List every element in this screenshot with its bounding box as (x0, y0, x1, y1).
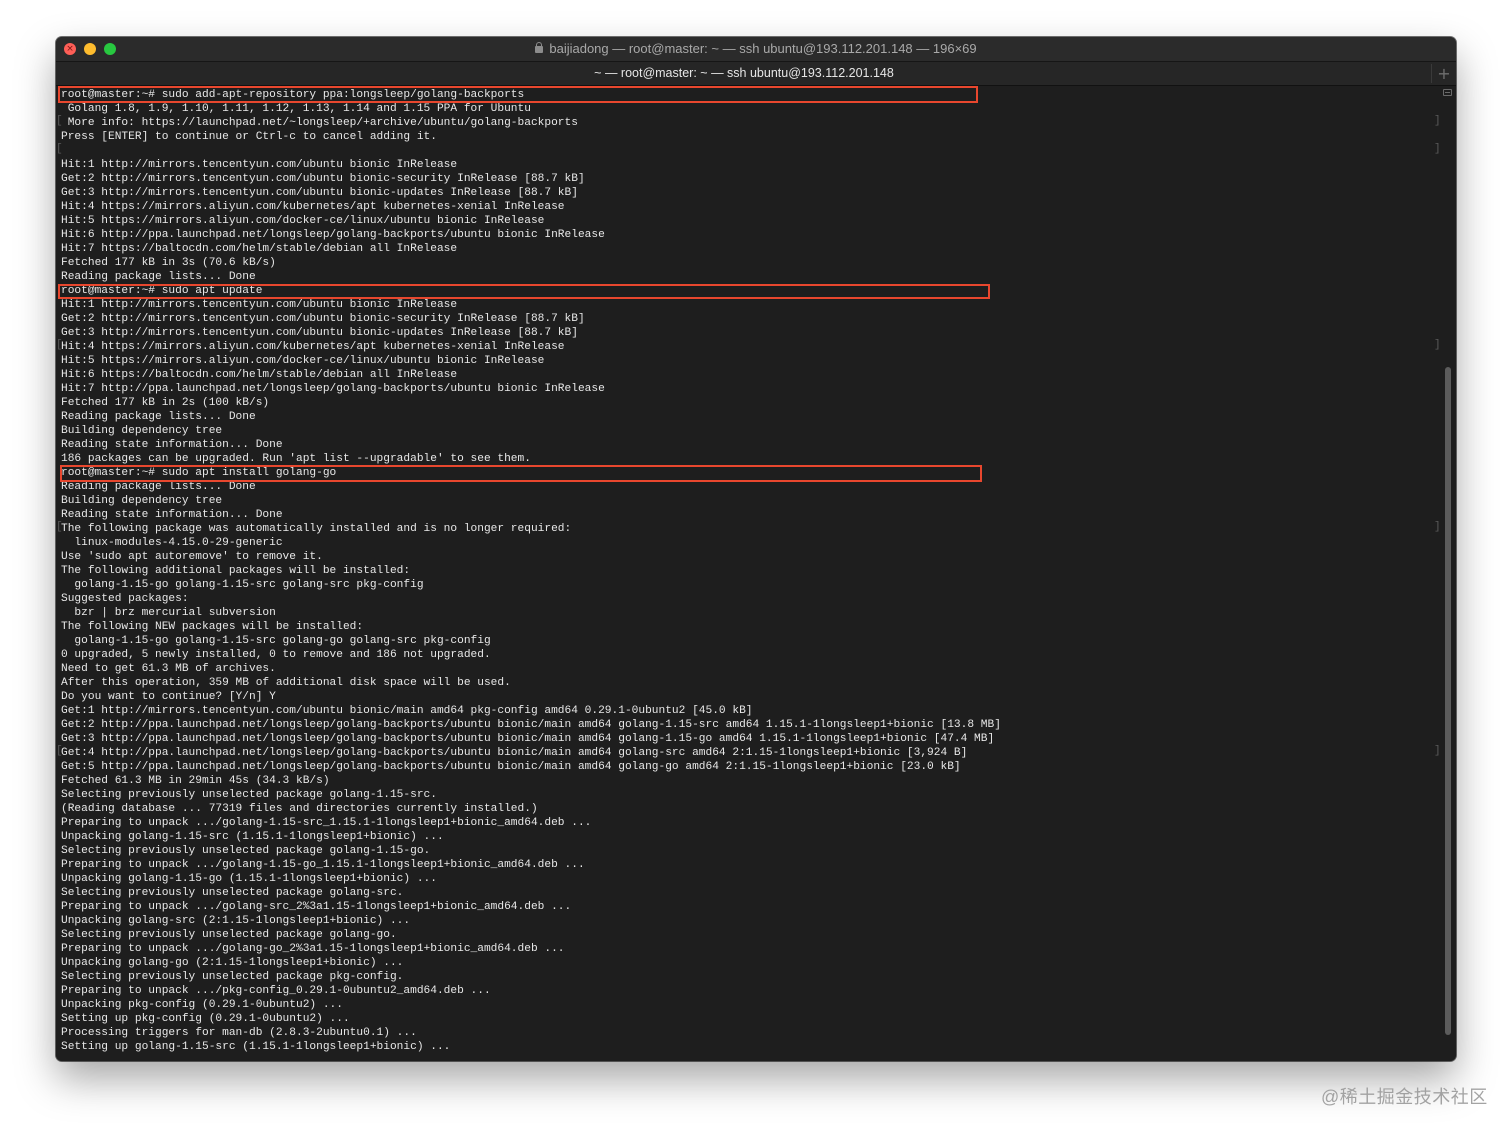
terminal-line: Get:2 http://ppa.launchpad.net/longsleep… (61, 719, 1001, 731)
terminal-line: Hit:1 http://mirrors.tencentyun.com/ubun… (61, 299, 458, 311)
terminal-line: Hit:5 https://mirrors.aliyun.com/docker-… (61, 355, 545, 367)
watermark: @稀土掘金技术社区 (1321, 1087, 1488, 1107)
terminal-line: The following NEW packages will be insta… (61, 621, 364, 633)
terminal-line: Preparing to unpack .../pkg-config_0.29.… (61, 985, 491, 997)
terminal-line: 0 upgraded, 5 newly installed, 0 to remo… (61, 649, 491, 661)
terminal-line: Unpacking golang-1.15-src (1.15.1-1longs… (61, 831, 444, 843)
terminal-line: Unpacking pkg-config (0.29.1-0ubuntu2) .… (61, 999, 343, 1011)
terminal-line: The following additional packages will b… (61, 565, 411, 577)
terminal-line: Suggested packages: (61, 593, 189, 605)
terminal-line: Fetched 61.3 MB in 29min 45s (34.3 kB/s) (61, 775, 330, 787)
highlight-box-apt-update (58, 284, 990, 299)
terminal-line: Building dependency tree (61, 495, 223, 507)
terminal-line: After this operation, 359 MB of addition… (61, 677, 511, 689)
terminal-line: Need to get 61.3 MB of archives. (61, 663, 276, 675)
terminal-line: linux-modules-4.15.0-29-generic (61, 537, 283, 549)
title-bar[interactable]: × baijiadong — root@master: ~ — ssh ubun… (56, 37, 1456, 62)
terminal-line: Preparing to unpack .../golang-src_2%3a1… (61, 901, 572, 913)
tab-active[interactable]: ~ — root@master: ~ — ssh ubuntu@193.112.… (56, 62, 1432, 85)
terminal-line: 186 packages can be upgraded. Run 'apt l… (61, 453, 531, 465)
terminal-line: Reading state information... Done (61, 509, 283, 521)
terminal-line: Preparing to unpack .../golang-go_2%3a1.… (61, 943, 565, 955)
terminal-line: Selecting previously unselected package … (61, 845, 431, 857)
highlight-box-add-apt-repository (58, 86, 978, 103)
terminal-line: The following package was automatically … (61, 523, 572, 535)
terminal-window: × baijiadong — root@master: ~ — ssh ubun… (56, 37, 1456, 1061)
terminal-line: Fetched 177 kB in 2s (100 kB/s) (61, 397, 270, 409)
tab-bar: ~ — root@master: ~ — ssh ubuntu@193.112.… (56, 62, 1456, 86)
terminal-line: (Reading database ... 77319 files and di… (61, 803, 538, 815)
window-title: baijiadong — root@master: ~ — ssh ubuntu… (549, 41, 977, 56)
terminal-line: Unpacking golang-1.15-go (1.15.1-1longsl… (61, 873, 437, 885)
left-bracket-mark: [ (56, 521, 63, 533)
terminal-line: Get:1 http://mirrors.tencentyun.com/ubun… (61, 705, 753, 717)
terminal-line: Selecting previously unselected package … (61, 789, 437, 801)
left-bracket-mark: [ (56, 339, 63, 351)
scroll-marker-icon[interactable] (1443, 89, 1452, 96)
terminal-line: Setting up pkg-config (0.29.1-0ubuntu2) … (61, 1013, 350, 1025)
terminal-line: Get:3 http://mirrors.tencentyun.com/ubun… (61, 327, 578, 339)
left-bracket-mark: [ (56, 143, 63, 155)
terminal-line: Golang 1.8, 1.9, 1.10, 1.11, 1.12, 1.13,… (61, 103, 531, 115)
terminal-line: More info: https://launchpad.net/~longsl… (61, 117, 578, 129)
terminal-line: golang-1.15-go golang-1.15-src golang-go… (61, 635, 491, 647)
terminal-line: Hit:5 https://mirrors.aliyun.com/docker-… (61, 215, 545, 227)
highlight-box-apt-install (60, 465, 982, 482)
terminal-line: Press [ENTER] to continue or Ctrl-c to c… (61, 131, 437, 143)
terminal-line: Get:2 http://mirrors.tencentyun.com/ubun… (61, 173, 585, 185)
terminal-line: Hit:6 http://ppa.launchpad.net/longsleep… (61, 229, 605, 241)
terminal-line: Reading package lists... Done (61, 411, 256, 423)
terminal-line: Hit:4 https://mirrors.aliyun.com/kuberne… (61, 201, 565, 213)
terminal-line: Get:2 http://mirrors.tencentyun.com/ubun… (61, 313, 585, 325)
terminal-line: Get:3 http://mirrors.tencentyun.com/ubun… (61, 187, 578, 199)
terminal-line: Get:3 http://ppa.launchpad.net/longsleep… (61, 733, 995, 745)
terminal-line: Fetched 177 kB in 3s (70.6 kB/s) (61, 257, 276, 269)
window-title-container: baijiadong — root@master: ~ — ssh ubuntu… (56, 37, 1456, 61)
terminal-line: Reading package lists... Done (61, 481, 256, 493)
terminal-line: Selecting previously unselected package … (61, 887, 404, 899)
terminal-line: Use 'sudo apt autoremove' to remove it. (61, 551, 323, 563)
terminal-line: Hit:4 https://mirrors.aliyun.com/kuberne… (61, 341, 565, 353)
terminal-line: Reading package lists... Done (61, 271, 256, 283)
terminal-line: Selecting previously unselected package … (61, 929, 397, 941)
terminal-line: Get:4 http://ppa.launchpad.net/longsleep… (61, 747, 968, 759)
terminal-line: Hit:1 http://mirrors.tencentyun.com/ubun… (61, 159, 458, 171)
left-bracket-mark: [ (56, 745, 63, 757)
lock-icon (535, 42, 544, 53)
terminal-line: Unpacking golang-go (2:1.15-1longsleep1+… (61, 957, 404, 969)
terminal-screen[interactable]: root@master:~# sudo add-apt-repository p… (56, 86, 1456, 1061)
left-bracket-mark: [ (56, 115, 63, 127)
terminal-line: Get:5 http://ppa.launchpad.net/longsleep… (61, 761, 961, 773)
terminal-output: root@master:~# sudo add-apt-repository p… (61, 88, 1431, 1054)
terminal-line: Preparing to unpack .../golang-1.15-src_… (61, 817, 592, 829)
terminal-line: Processing triggers for man-db (2.8.3-2u… (61, 1027, 417, 1039)
terminal-line: golang-1.15-go golang-1.15-src golang-sr… (61, 579, 424, 591)
terminal-line: Hit:7 http://ppa.launchpad.net/longsleep… (61, 383, 605, 395)
new-tab-button[interactable]: + (1434, 62, 1454, 85)
terminal-line: Hit:7 https://baltocdn.com/helm/stable/d… (61, 243, 458, 255)
terminal-line: Reading state information... Done (61, 439, 283, 451)
terminal-line: Preparing to unpack .../golang-1.15-go_1… (61, 859, 585, 871)
terminal-line: Setting up golang-1.15-src (1.15.1-1long… (61, 1041, 451, 1053)
terminal-line: Hit:6 https://baltocdn.com/helm/stable/d… (61, 369, 458, 381)
terminal-line: Selecting previously unselected package … (61, 971, 404, 983)
terminal-line: bzr | brz mercurial subversion (61, 607, 276, 619)
terminal-line: Unpacking golang-src (2:1.15-1longsleep1… (61, 915, 411, 927)
tab-divider (1431, 64, 1432, 83)
terminal-line: Do you want to continue? [Y/n] Y (61, 691, 276, 703)
terminal-line: Building dependency tree (61, 425, 223, 437)
scrollbar-thumb[interactable] (1445, 367, 1451, 1035)
